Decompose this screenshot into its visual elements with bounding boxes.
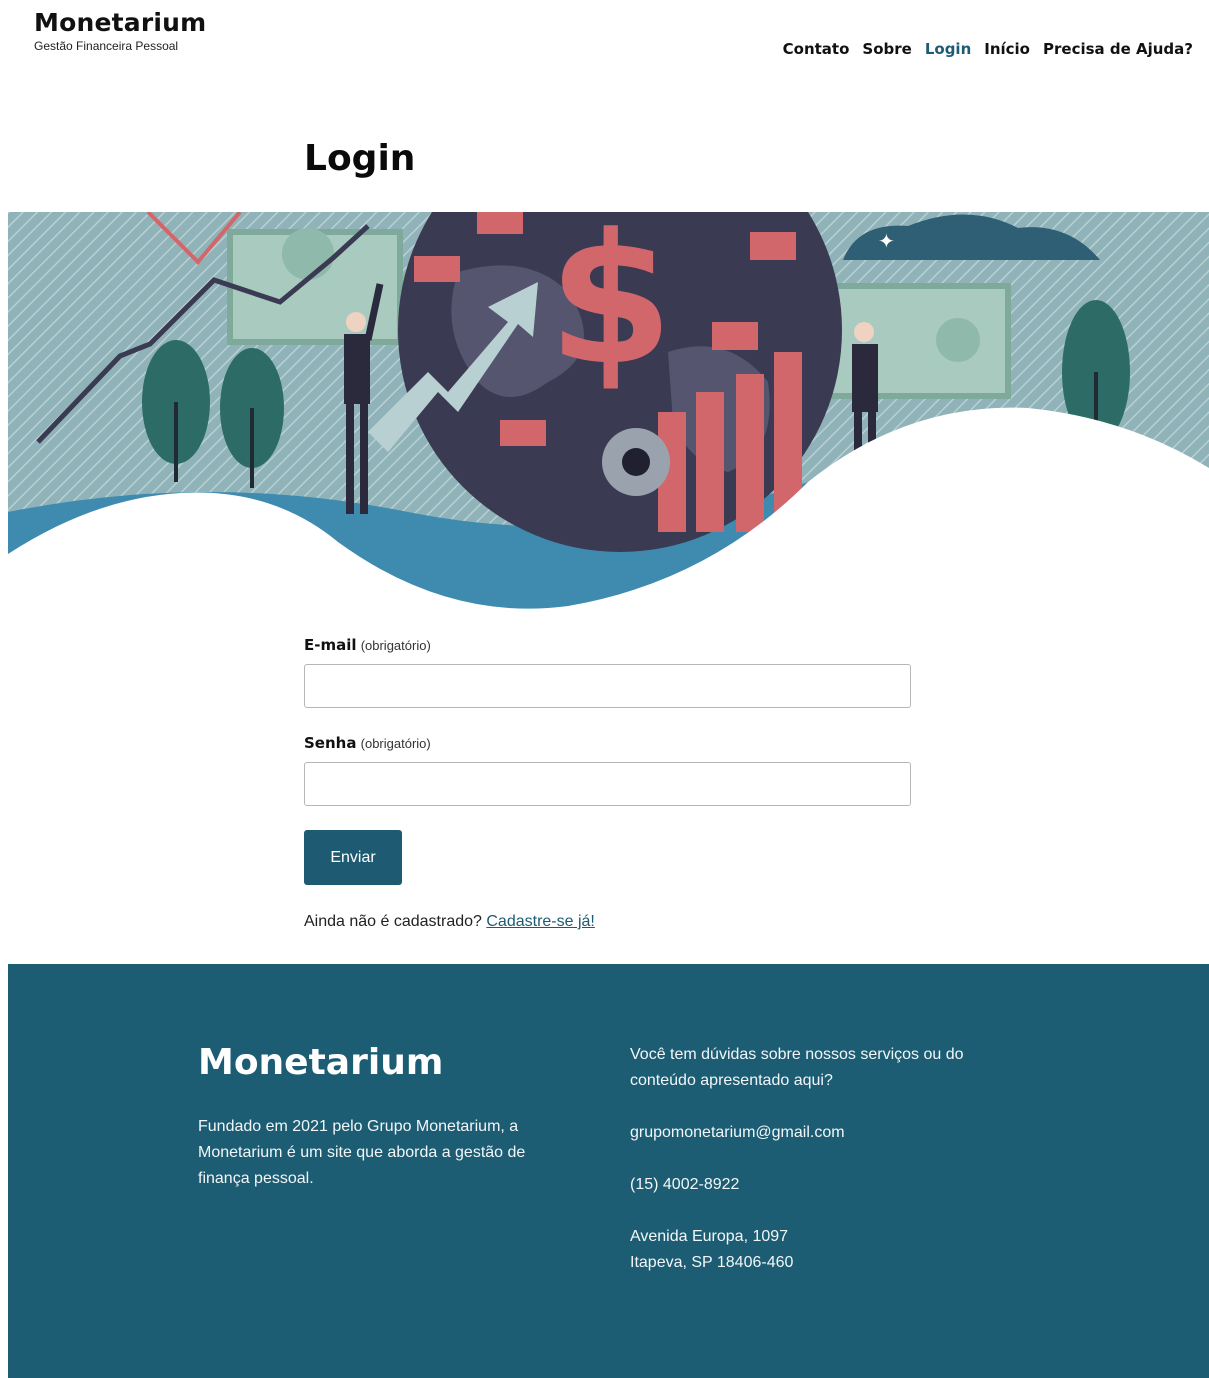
email-field-group: E-mail (obrigatório) bbox=[304, 636, 911, 708]
password-field-group: Senha (obrigatório) bbox=[304, 734, 911, 806]
page-title: Login bbox=[304, 138, 416, 179]
password-label-text: Senha bbox=[304, 734, 357, 752]
nav-contato[interactable]: Contato bbox=[783, 40, 850, 58]
password-label: Senha (obrigatório) bbox=[304, 734, 911, 756]
brand-name[interactable]: Monetarium bbox=[34, 8, 206, 37]
footer-address: Avenida Europa, 1097 Itapeva, SP 18406-4… bbox=[630, 1224, 1010, 1276]
footer-email[interactable]: grupomonetarium@gmail.com bbox=[630, 1120, 1010, 1146]
nav-inicio[interactable]: Início bbox=[984, 40, 1030, 58]
signup-line: Ainda não é cadastrado? Cadastre-se já! bbox=[304, 913, 911, 931]
factory-icon bbox=[414, 256, 460, 282]
nav-login[interactable]: Login bbox=[925, 40, 971, 58]
password-required-note: (obrigatório) bbox=[360, 736, 431, 751]
login-form: E-mail (obrigatório) Senha (obrigatório)… bbox=[304, 636, 911, 931]
finance-illustration: ✦ $ bbox=[8, 212, 1209, 612]
footer-address-line1: Avenida Europa, 1097 bbox=[630, 1228, 789, 1245]
password-field[interactable] bbox=[304, 762, 911, 806]
sparkle-icon: ✦ bbox=[878, 229, 895, 253]
site-header: Monetarium Gestão Financeira Pessoal Con… bbox=[0, 0, 1209, 90]
tree-trunk bbox=[174, 402, 178, 482]
banknote-coin-right bbox=[936, 318, 980, 362]
footer-contact: Você tem dúvidas sobre nossos serviços o… bbox=[630, 1042, 1010, 1276]
factory-icon bbox=[712, 322, 758, 350]
factory-icon bbox=[500, 420, 546, 446]
email-required-note: (obrigatório) bbox=[360, 638, 431, 653]
footer-about: Fundado em 2021 pelo Grupo Monetarium, a… bbox=[198, 1118, 526, 1187]
nav-help[interactable]: Precisa de Ajuda? bbox=[1043, 40, 1193, 58]
brand[interactable]: Monetarium Gestão Financeira Pessoal bbox=[34, 8, 206, 53]
tree-trunk bbox=[250, 408, 254, 488]
bar-chart-bar bbox=[736, 374, 764, 532]
email-label-text: E-mail bbox=[304, 636, 357, 654]
footer-brand: Monetarium bbox=[198, 1042, 444, 1083]
main-nav: Contato Sobre Login Início Precisa de Aj… bbox=[783, 40, 1193, 58]
hero-illustration: ✦ $ bbox=[8, 212, 1209, 612]
dollar-icon: $ bbox=[548, 212, 673, 405]
banknote-coin bbox=[282, 228, 334, 280]
footer-address-line2: Itapeva, SP 18406-460 bbox=[630, 1254, 794, 1271]
submit-button[interactable]: Enviar bbox=[304, 830, 402, 885]
signup-prompt: Ainda não é cadastrado? bbox=[304, 913, 482, 930]
footer-phone[interactable]: (15) 4002-8922 bbox=[630, 1172, 1010, 1198]
site-footer: Monetarium Fundado em 2021 pelo Grupo Mo… bbox=[8, 964, 1209, 1378]
footer-question: Você tem dúvidas sobre nossos serviços o… bbox=[630, 1046, 964, 1089]
nav-sobre[interactable]: Sobre bbox=[862, 40, 911, 58]
factory-icon bbox=[477, 212, 523, 234]
brand-tagline: Gestão Financeira Pessoal bbox=[34, 39, 179, 53]
email-label: E-mail (obrigatório) bbox=[304, 636, 911, 658]
bar-chart-bar bbox=[696, 392, 724, 532]
factory-icon bbox=[750, 232, 796, 260]
email-field[interactable] bbox=[304, 664, 911, 708]
pie-chart-center bbox=[622, 448, 650, 476]
signup-link[interactable]: Cadastre-se já! bbox=[486, 913, 595, 930]
